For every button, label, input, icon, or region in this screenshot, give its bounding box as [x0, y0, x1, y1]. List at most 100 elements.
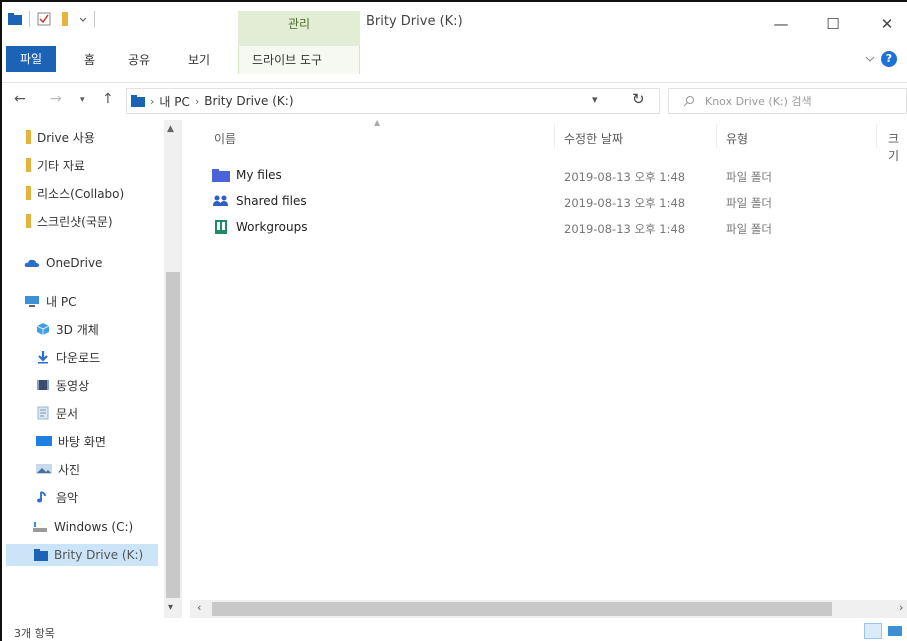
folder-pin-icon: [26, 130, 31, 144]
scroll-left-chevron-icon[interactable]: ‹: [197, 601, 201, 614]
scroll-right-chevron-icon[interactable]: ›: [899, 601, 903, 614]
scroll-down-chevron-icon[interactable]: ▾: [168, 602, 173, 613]
sort-indicator-icon: ▲: [374, 118, 381, 127]
nav-item-pictures[interactable]: 사진: [36, 458, 80, 480]
nav-item-label: 3D 개체: [56, 322, 99, 337]
nav-item-label: 기타 자료: [37, 158, 85, 173]
navigation-pane: Drive 사용 기타 자료 리소스(Collabo) 스크린샷(국문) One…: [2, 120, 182, 618]
nav-scrollbar-thumb[interactable]: [166, 272, 180, 598]
search-placeholder: Knox Drive (K:) 검색: [705, 95, 812, 108]
download-icon: [38, 351, 48, 364]
column-header-size[interactable]: 크기: [888, 130, 907, 164]
file-type: 파일 폴더: [726, 222, 772, 236]
nav-item-documents[interactable]: 문서: [36, 402, 78, 424]
nav-item-label: 리소스(Collabo): [37, 186, 125, 201]
column-header-date-modified[interactable]: 수정한 날짜: [564, 130, 623, 147]
title-bar: 관리 Brity Drive (K:) — ☐ ✕: [2, 2, 907, 46]
nav-item-3d-objects[interactable]: 3D 개체: [36, 318, 99, 340]
scroll-up-chevron-icon[interactable]: ▲: [167, 124, 174, 134]
nav-item-screenshots-kr[interactable]: 스크린샷(국문): [26, 210, 113, 232]
nav-item-windows-c[interactable]: Windows (C:): [32, 516, 133, 538]
tab-file[interactable]: 파일: [6, 46, 56, 72]
recent-locations-chevron-icon[interactable]: ▾: [80, 95, 85, 105]
nav-item-resources-collabo[interactable]: 리소스(Collabo): [26, 182, 124, 204]
quick-access-toolbar: [8, 11, 95, 27]
workgroups-icon: [215, 220, 227, 234]
properties-icon[interactable]: [37, 12, 51, 26]
breadcrumb-brity-drive[interactable]: Brity Drive (K:): [204, 94, 293, 108]
search-icon: [683, 96, 694, 107]
new-folder-icon[interactable]: [58, 12, 72, 26]
nav-item-brity-drive-k[interactable]: Brity Drive (K:): [6, 544, 158, 566]
nav-item-label: Windows (C:): [54, 520, 134, 534]
folder-pin-icon: [26, 214, 31, 228]
expand-ribbon-chevron-icon[interactable]: [865, 55, 875, 63]
nav-item-downloads[interactable]: 다운로드: [36, 346, 100, 368]
column-header-type[interactable]: 유형: [726, 130, 748, 147]
nav-item-label: 문서: [56, 406, 79, 421]
nav-item-music[interactable]: 음악: [36, 486, 78, 508]
nav-item-drive-usage[interactable]: Drive 사용: [26, 126, 95, 148]
refresh-icon[interactable]: ↻: [632, 90, 645, 108]
close-button[interactable]: ✕: [864, 10, 907, 38]
column-divider[interactable]: [716, 124, 717, 148]
tab-view[interactable]: 보기: [188, 48, 210, 72]
forward-arrow-icon[interactable]: →: [50, 91, 62, 107]
nav-item-desktop[interactable]: 바탕 화면: [36, 430, 106, 452]
windows-drive-icon: [33, 522, 47, 532]
breadcrumb-separator-icon[interactable]: ›: [195, 95, 199, 108]
nav-item-onedrive[interactable]: OneDrive: [24, 252, 102, 274]
window-title: Brity Drive (K:): [366, 14, 463, 29]
tab-home[interactable]: 홈: [84, 48, 95, 72]
nav-item-label: OneDrive: [46, 256, 103, 270]
file-row[interactable]: Shared files 2019-08-13 오후 1:48 파일 폴더: [208, 190, 808, 214]
file-row[interactable]: My files 2019-08-13 오후 1:48 파일 폴더: [208, 164, 808, 188]
context-tab-manage-label[interactable]: 관리: [238, 15, 360, 32]
file-row[interactable]: Workgroups 2019-08-13 오후 1:48 파일 폴더: [208, 216, 808, 240]
column-header-name[interactable]: 이름: [214, 130, 236, 147]
up-arrow-icon[interactable]: ↑: [102, 91, 114, 107]
nav-item-label: 동영상: [56, 378, 90, 393]
column-divider[interactable]: [876, 124, 877, 148]
nav-item-other-materials[interactable]: 기타 자료: [26, 154, 85, 176]
horizontal-scrollbar-thumb[interactable]: [212, 602, 832, 616]
shared-files-icon: [213, 195, 228, 206]
search-box[interactable]: Knox Drive (K:) 검색: [668, 88, 907, 114]
customize-qat-chevron-icon[interactable]: [79, 12, 87, 26]
file-date: 2019-08-13 오후 1:48: [564, 222, 686, 236]
tab-drive-tools[interactable]: 드라이브 도구: [252, 48, 322, 72]
file-name: Workgroups: [236, 220, 308, 234]
back-arrow-icon[interactable]: ←: [14, 91, 26, 107]
maximize-button[interactable]: ☐: [810, 10, 856, 38]
file-date: 2019-08-13 오후 1:48: [564, 170, 686, 184]
folder-pin-icon: [26, 186, 31, 200]
tab-share[interactable]: 공유: [128, 48, 150, 72]
address-bar[interactable]: › 내 PC › Brity Drive (K:): [126, 88, 660, 114]
ribbon-controls: ?: [865, 51, 897, 67]
nav-item-label: 내 PC: [46, 294, 77, 309]
details-view-icon[interactable]: [864, 623, 882, 639]
toolbar-separator: [94, 11, 95, 27]
ribbon-tab-row: 파일 홈 공유 보기 드라이브 도구 ?: [2, 46, 907, 74]
brity-drive-icon: [34, 549, 48, 561]
file-name: Shared files: [236, 194, 307, 208]
nav-item-this-pc[interactable]: 내 PC: [24, 290, 76, 312]
nav-item-videos[interactable]: 동영상: [36, 374, 89, 396]
file-name-cell: My files: [212, 168, 282, 182]
nav-item-label: Brity Drive (K:): [54, 548, 144, 562]
address-dropdown-icon[interactable]: ▾: [592, 93, 598, 106]
breadcrumb-this-pc[interactable]: 내 PC: [159, 93, 189, 110]
column-divider[interactable]: [554, 124, 555, 148]
breadcrumb-separator-icon[interactable]: ›: [150, 95, 154, 108]
large-icons-view-icon[interactable]: [886, 623, 904, 639]
file-type: 파일 폴더: [726, 196, 772, 210]
nav-item-label: 사진: [58, 462, 81, 477]
onedrive-cloud-icon: [24, 259, 39, 267]
file-name: My files: [236, 168, 282, 182]
help-icon[interactable]: ?: [881, 51, 897, 67]
minimize-button[interactable]: —: [758, 10, 804, 38]
status-bar: 3개 항목: [2, 620, 907, 641]
documents-icon: [37, 406, 49, 420]
toolbar-separator: [29, 11, 30, 27]
address-bar-row: ← → ▾ ↑ › 내 PC › Brity Drive (K:) ▾ ↻ Kn…: [2, 82, 907, 116]
